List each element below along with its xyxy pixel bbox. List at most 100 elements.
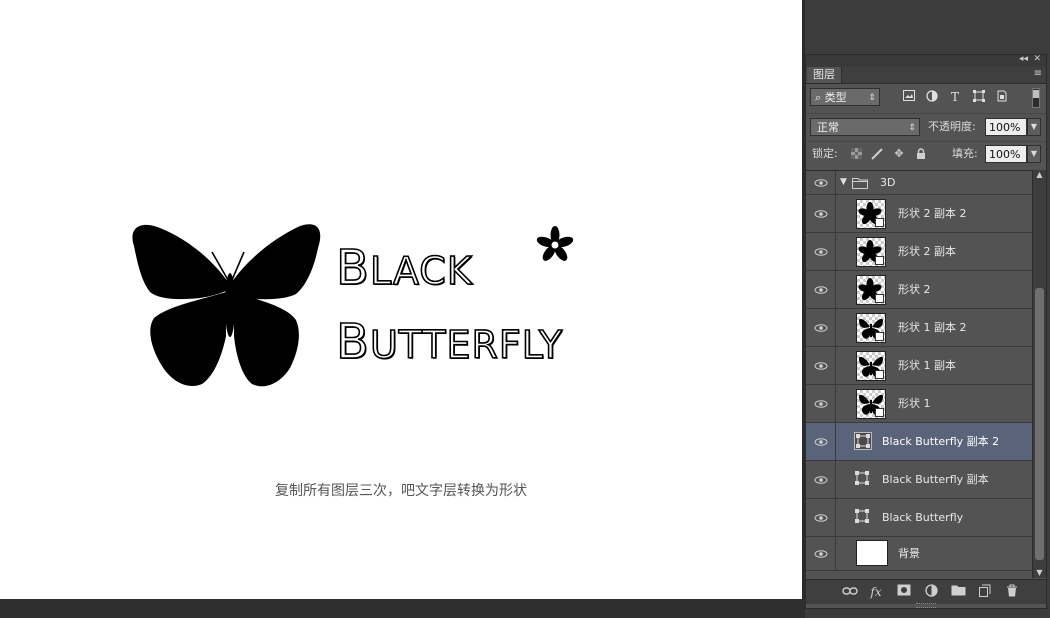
visibility-toggle[interactable] — [806, 347, 836, 384]
layer-name: 3D — [880, 176, 896, 189]
eye-icon — [814, 476, 828, 484]
layer-row[interactable]: Black Butterfly 副本 — [806, 461, 1032, 499]
type-filter-icon[interactable]: T — [948, 90, 962, 104]
visibility-toggle[interactable] — [806, 385, 836, 422]
eye-icon — [814, 438, 828, 446]
layer-row[interactable]: 形状 2 — [806, 271, 1032, 309]
layer-row[interactable]: 形状 2 副本 — [806, 233, 1032, 271]
fill-label: 填充: — [952, 147, 978, 160]
fx-icon[interactable]: fx — [868, 584, 884, 600]
layer-row[interactable]: Black Butterfly — [806, 499, 1032, 537]
visibility-toggle[interactable] — [806, 171, 836, 194]
layer-name: 形状 1 副本 — [898, 359, 956, 372]
layer-filter-row: ⌕ 类型 ⇕ T — [806, 85, 1046, 111]
image-filter-icon[interactable] — [902, 90, 916, 104]
adjustment-layer-icon[interactable] — [923, 584, 939, 600]
visibility-toggle[interactable] — [806, 499, 836, 536]
layer-thumbnail[interactable] — [856, 313, 886, 343]
shape-layer-icon[interactable] — [854, 470, 872, 488]
layer-thumbnail[interactable] — [856, 199, 886, 229]
artwork — [132, 224, 574, 387]
visibility-toggle[interactable] — [806, 423, 836, 460]
layer-list-scrollbar[interactable]: ▲ ▼ — [1032, 170, 1046, 578]
expand-triangle-icon[interactable]: ▼ — [840, 177, 847, 187]
collapse-panel-icon[interactable]: ◂◂ — [1019, 54, 1028, 64]
shape-filter-icon[interactable] — [972, 90, 986, 104]
eye-icon — [814, 514, 828, 522]
visibility-toggle[interactable] — [806, 461, 836, 498]
shape-layer-icon[interactable] — [854, 432, 872, 450]
layer-row-group-3d[interactable]: ▼ 3D — [806, 171, 1032, 195]
visibility-toggle[interactable] — [806, 271, 836, 308]
filter-kind-label: 类型 — [824, 91, 847, 104]
blend-mode-dropdown[interactable]: 正常 ⇕ — [810, 118, 920, 136]
wordmark-black: BLACK — [335, 243, 473, 293]
eye-icon — [814, 210, 828, 218]
layer-row[interactable]: 形状 2 副本 2 — [806, 195, 1032, 233]
blend-row: 正常 ⇕ 不透明度: 100% ▼ — [806, 113, 1046, 140]
wordmark-black-initial: B — [335, 240, 370, 296]
lock-transparent-pixels-icon[interactable] — [850, 148, 862, 160]
shape-layer-icon[interactable] — [854, 508, 872, 526]
chevron-updown-icon: ⇕ — [868, 93, 876, 103]
layer-thumbnail[interactable] — [856, 540, 888, 566]
butterfly-shape — [132, 224, 321, 387]
lock-position-icon[interactable]: ✥ — [893, 148, 905, 160]
layer-row-selected[interactable]: Black Butterfly 副本 2 — [806, 423, 1032, 461]
wordmark-butterfly: BUTTERFLY — [335, 317, 563, 367]
layer-thumbnail[interactable] — [856, 389, 886, 419]
delete-layer-icon[interactable] — [1004, 584, 1020, 600]
scroll-down-arrow-icon[interactable]: ▼ — [1033, 568, 1046, 578]
layer-name: Black Butterfly 副本 2 — [882, 435, 1000, 448]
layer-row[interactable]: 形状 1 副本 — [806, 347, 1032, 385]
search-icon: ⌕ — [815, 91, 822, 104]
eye-icon — [814, 286, 828, 294]
close-panel-icon[interactable]: ✕ — [1033, 54, 1041, 64]
new-group-icon[interactable] — [950, 584, 966, 600]
lock-image-pixels-icon[interactable] — [871, 148, 883, 160]
eye-icon — [814, 324, 828, 332]
visibility-toggle[interactable] — [806, 537, 836, 570]
visibility-toggle[interactable] — [806, 233, 836, 270]
layer-thumbnail[interactable] — [856, 275, 886, 305]
fill-input[interactable]: 100% — [985, 145, 1027, 163]
visibility-toggle[interactable] — [806, 309, 836, 346]
scroll-thumb[interactable] — [1035, 288, 1044, 560]
lock-row: 锁定: ✥ 填充: 100% ▼ — [806, 141, 1046, 168]
canvas-caption: 复制所有图层三次，吧文字层转换为形状 — [275, 483, 527, 499]
canvas-frame-bottom — [0, 599, 805, 618]
filter-toggle-switch[interactable] — [1032, 88, 1040, 108]
panel-resize-grip[interactable] — [916, 603, 936, 608]
layer-name: 形状 2 副本 — [898, 245, 956, 258]
adjustment-filter-icon[interactable] — [925, 90, 939, 104]
layer-name: 形状 1 副本 2 — [898, 321, 967, 334]
vector-mask-badge-icon — [875, 332, 884, 341]
opacity-dropdown-arrow[interactable]: ▼ — [1027, 118, 1041, 136]
layer-row-background[interactable]: 背景 — [806, 537, 1032, 571]
wordmark-butterfly-initial: B — [335, 314, 370, 370]
lock-all-icon[interactable] — [915, 148, 927, 160]
scroll-up-arrow-icon[interactable]: ▲ — [1033, 170, 1046, 180]
fill-dropdown-arrow[interactable]: ▼ — [1027, 145, 1041, 163]
document-canvas[interactable]: BLACK BUTTERFLY 复制所有图层三次，吧文字层转换为形状 — [0, 0, 802, 599]
visibility-toggle[interactable] — [806, 195, 836, 232]
layer-thumbnail[interactable] — [856, 237, 886, 267]
layer-thumbnail[interactable] — [856, 351, 886, 381]
vector-mask-badge-icon — [875, 370, 884, 379]
layer-list[interactable]: ▼ 3D 形状 2 副本 2 形状 2 副本 形状 2 形状 1 副本 2 形状… — [806, 170, 1032, 579]
add-mask-icon[interactable] — [896, 584, 912, 600]
layer-row[interactable]: 形状 1 — [806, 385, 1032, 423]
panel-title-bar[interactable]: ◂◂ ✕ — [806, 54, 1046, 67]
vector-mask-badge-icon — [875, 256, 884, 265]
layer-row[interactable]: 形状 1 副本 2 — [806, 309, 1032, 347]
tab-layers[interactable]: 图层 — [807, 67, 842, 83]
layers-panel: ◂◂ ✕ 图层 ≡ ⌕ 类型 ⇕ T 正常 ⇕ 不透明度: 100% ▼ 锁定:… — [805, 54, 1047, 609]
link-layers-icon[interactable] — [842, 584, 858, 600]
vector-mask-badge-icon — [875, 408, 884, 417]
filter-kind-dropdown[interactable]: ⌕ 类型 ⇕ — [810, 88, 880, 106]
smart-object-filter-icon[interactable] — [995, 90, 1009, 104]
opacity-input[interactable]: 100% — [985, 118, 1027, 136]
panel-menu-icon[interactable]: ≡ — [1034, 68, 1042, 79]
eye-icon — [814, 362, 828, 370]
new-layer-icon[interactable] — [977, 584, 993, 600]
